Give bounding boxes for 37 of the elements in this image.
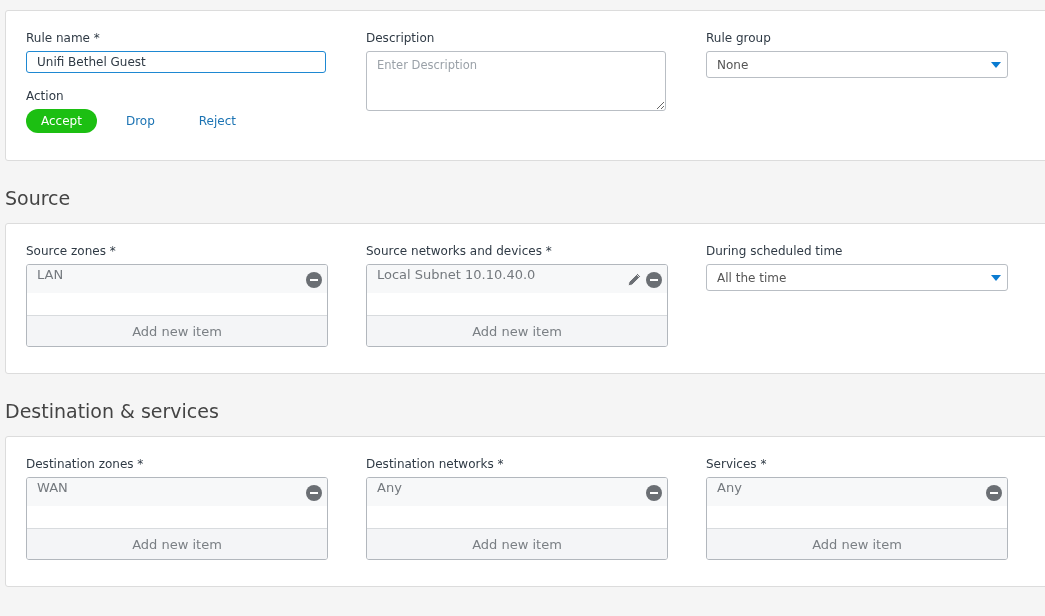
remove-icon[interactable] <box>646 272 662 288</box>
remove-icon[interactable] <box>306 485 322 501</box>
pencil-icon[interactable] <box>626 272 642 288</box>
field-label: Destination networks * <box>366 457 505 471</box>
field-label: Rule group <box>706 31 772 45</box>
list-item[interactable]: WAN <box>27 478 327 506</box>
section-heading: Source <box>5 187 71 209</box>
list-item[interactable]: LAN <box>27 265 327 293</box>
list-item[interactable]: Any <box>707 478 1007 506</box>
field-label: Rule name * <box>26 31 101 45</box>
description-field[interactable]: Enter Description <box>366 51 666 111</box>
caret-icon <box>991 61 1001 68</box>
remove-icon[interactable] <box>646 485 662 501</box>
section-heading: Destination & services <box>5 400 219 422</box>
field-label: Description <box>366 31 436 45</box>
add-item-button[interactable]: Add new item <box>707 528 1007 559</box>
list-item[interactable]: Local Subnet 10.10.40.0 <box>367 265 667 293</box>
add-item-button[interactable]: Add new item <box>27 315 327 346</box>
dropdown[interactable]: None <box>706 51 1008 78</box>
remove-icon[interactable] <box>306 272 322 288</box>
action-option[interactable]: Accept <box>26 109 97 133</box>
remove-icon[interactable] <box>986 485 1002 501</box>
add-item-button[interactable]: Add new item <box>27 528 327 559</box>
field-label: During scheduled time <box>706 244 844 258</box>
add-item-button[interactable]: Add new item <box>367 528 667 559</box>
list-item[interactable]: Any <box>367 478 667 506</box>
field-label: Destination zones * <box>26 457 145 471</box>
dropdown[interactable]: All the time <box>706 264 1008 291</box>
add-item-button[interactable]: Add new item <box>367 315 667 346</box>
rule-name-field[interactable]: Unifi Bethel Guest <box>26 51 326 73</box>
field-label: Source networks and devices * <box>366 244 553 258</box>
field-label: Source zones * <box>26 244 117 258</box>
field-label: Action <box>26 89 65 103</box>
caret-icon <box>991 274 1001 281</box>
action-option[interactable]: Drop <box>110 109 170 133</box>
field-label: Services * <box>706 457 768 471</box>
action-option[interactable]: Reject <box>183 109 251 133</box>
